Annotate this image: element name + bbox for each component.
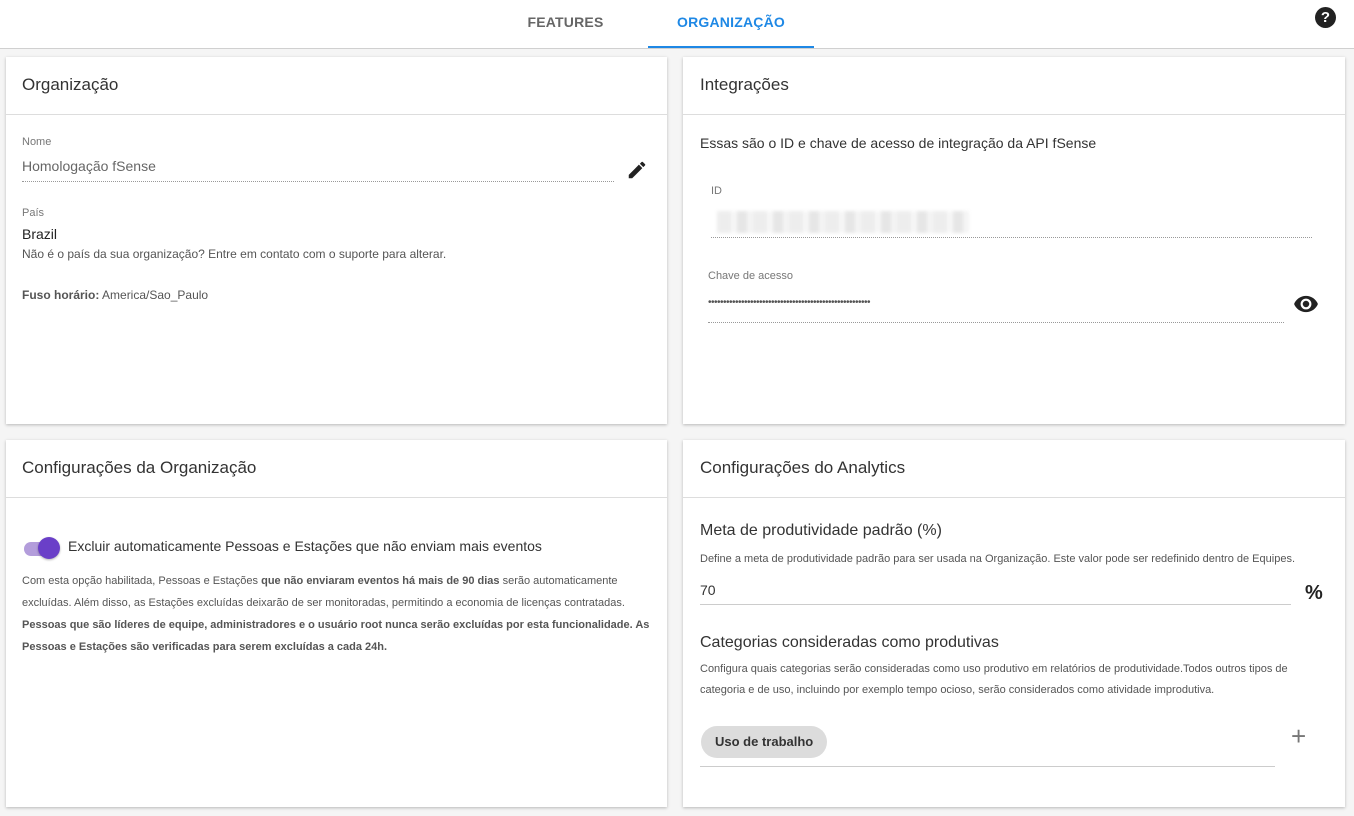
productive-categories-description: Configura quais categorias serão conside… [700,663,1288,696]
tab-organizacao[interactable]: ORGANIZAÇÃO [648,0,814,48]
access-key-label: Chave de acesso [708,270,793,282]
productivity-goal-description: Define a meta de produtividade padrão pa… [700,553,1295,565]
country-hint: Não é o país da sua organização? Entre e… [22,247,447,261]
edit-pencil-icon[interactable] [626,159,648,186]
auto-delete-toggle[interactable] [22,537,60,559]
auto-delete-description: Com esta opção habilitada, Pessoas e Est… [22,570,650,658]
eye-icon[interactable] [1293,291,1319,322]
productivity-goal-underline [700,604,1291,605]
timezone-row: Fuso horário: America/Sao_Paulo [22,285,208,306]
access-key-underline [708,322,1284,323]
organization-settings-card: Configurações da Organização Excluir aut… [6,440,667,807]
auto-delete-toggle-label: Excluir automaticamente Pessoas e Estaçõ… [68,538,542,554]
country-value: Brazil [22,226,58,242]
categories-underline [700,766,1275,767]
organization-card-title: Organização [6,57,667,115]
access-key-field[interactable]: ••••••••••••••••••••••••••••••••••••••••… [708,297,871,308]
desc-part-1: Com esta opção habilitada, Pessoas e Est… [22,575,262,587]
integrations-card-title: Integrações [683,57,1345,115]
timezone-label: Fuso horário: [22,288,100,302]
analytics-settings-title: Configurações do Analytics [683,440,1345,498]
organization-settings-title: Configurações da Organização [6,440,667,498]
category-chip[interactable]: Uso de trabalho [701,726,828,758]
id-field-redacted[interactable] [717,211,969,233]
analytics-settings-card: Configurações do Analytics Meta de produ… [683,440,1345,807]
country-label: País [22,207,45,219]
top-tab-bar: FEATURES ORGANIZAÇÃO ? [0,0,1354,49]
desc-part-1-bold: que não enviaram eventos há mais de 90 d… [261,575,500,587]
name-label: Nome [22,136,52,148]
desc-part-3-bold: Pessoas que são líderes de equipe, admin… [22,619,650,653]
productivity-goal-title: Meta de produtividade padrão (%) [700,522,942,539]
name-field-underline [22,181,614,182]
timezone-value: America/Sao_Paulo [102,288,209,302]
question-circle-icon[interactable]: ? [1315,7,1336,28]
id-field-underline [711,237,1312,238]
organization-card: Organização Nome Homologação fSense País… [6,57,667,424]
productive-categories-title: Categorias consideradas como produtivas [700,634,999,651]
integrations-card: Integrações Essas são o ID e chave de ac… [683,57,1345,424]
productivity-goal-input[interactable]: 70 [700,582,716,598]
integrations-description: Essas são o ID e chave de acesso de inte… [700,135,1097,151]
add-category-icon[interactable]: + [1291,721,1306,752]
id-label: ID [711,185,722,197]
name-field[interactable]: Homologação fSense [22,158,156,174]
toggle-knob [38,537,60,559]
percent-icon: % [1305,582,1323,604]
tab-features[interactable]: FEATURES [483,0,648,48]
